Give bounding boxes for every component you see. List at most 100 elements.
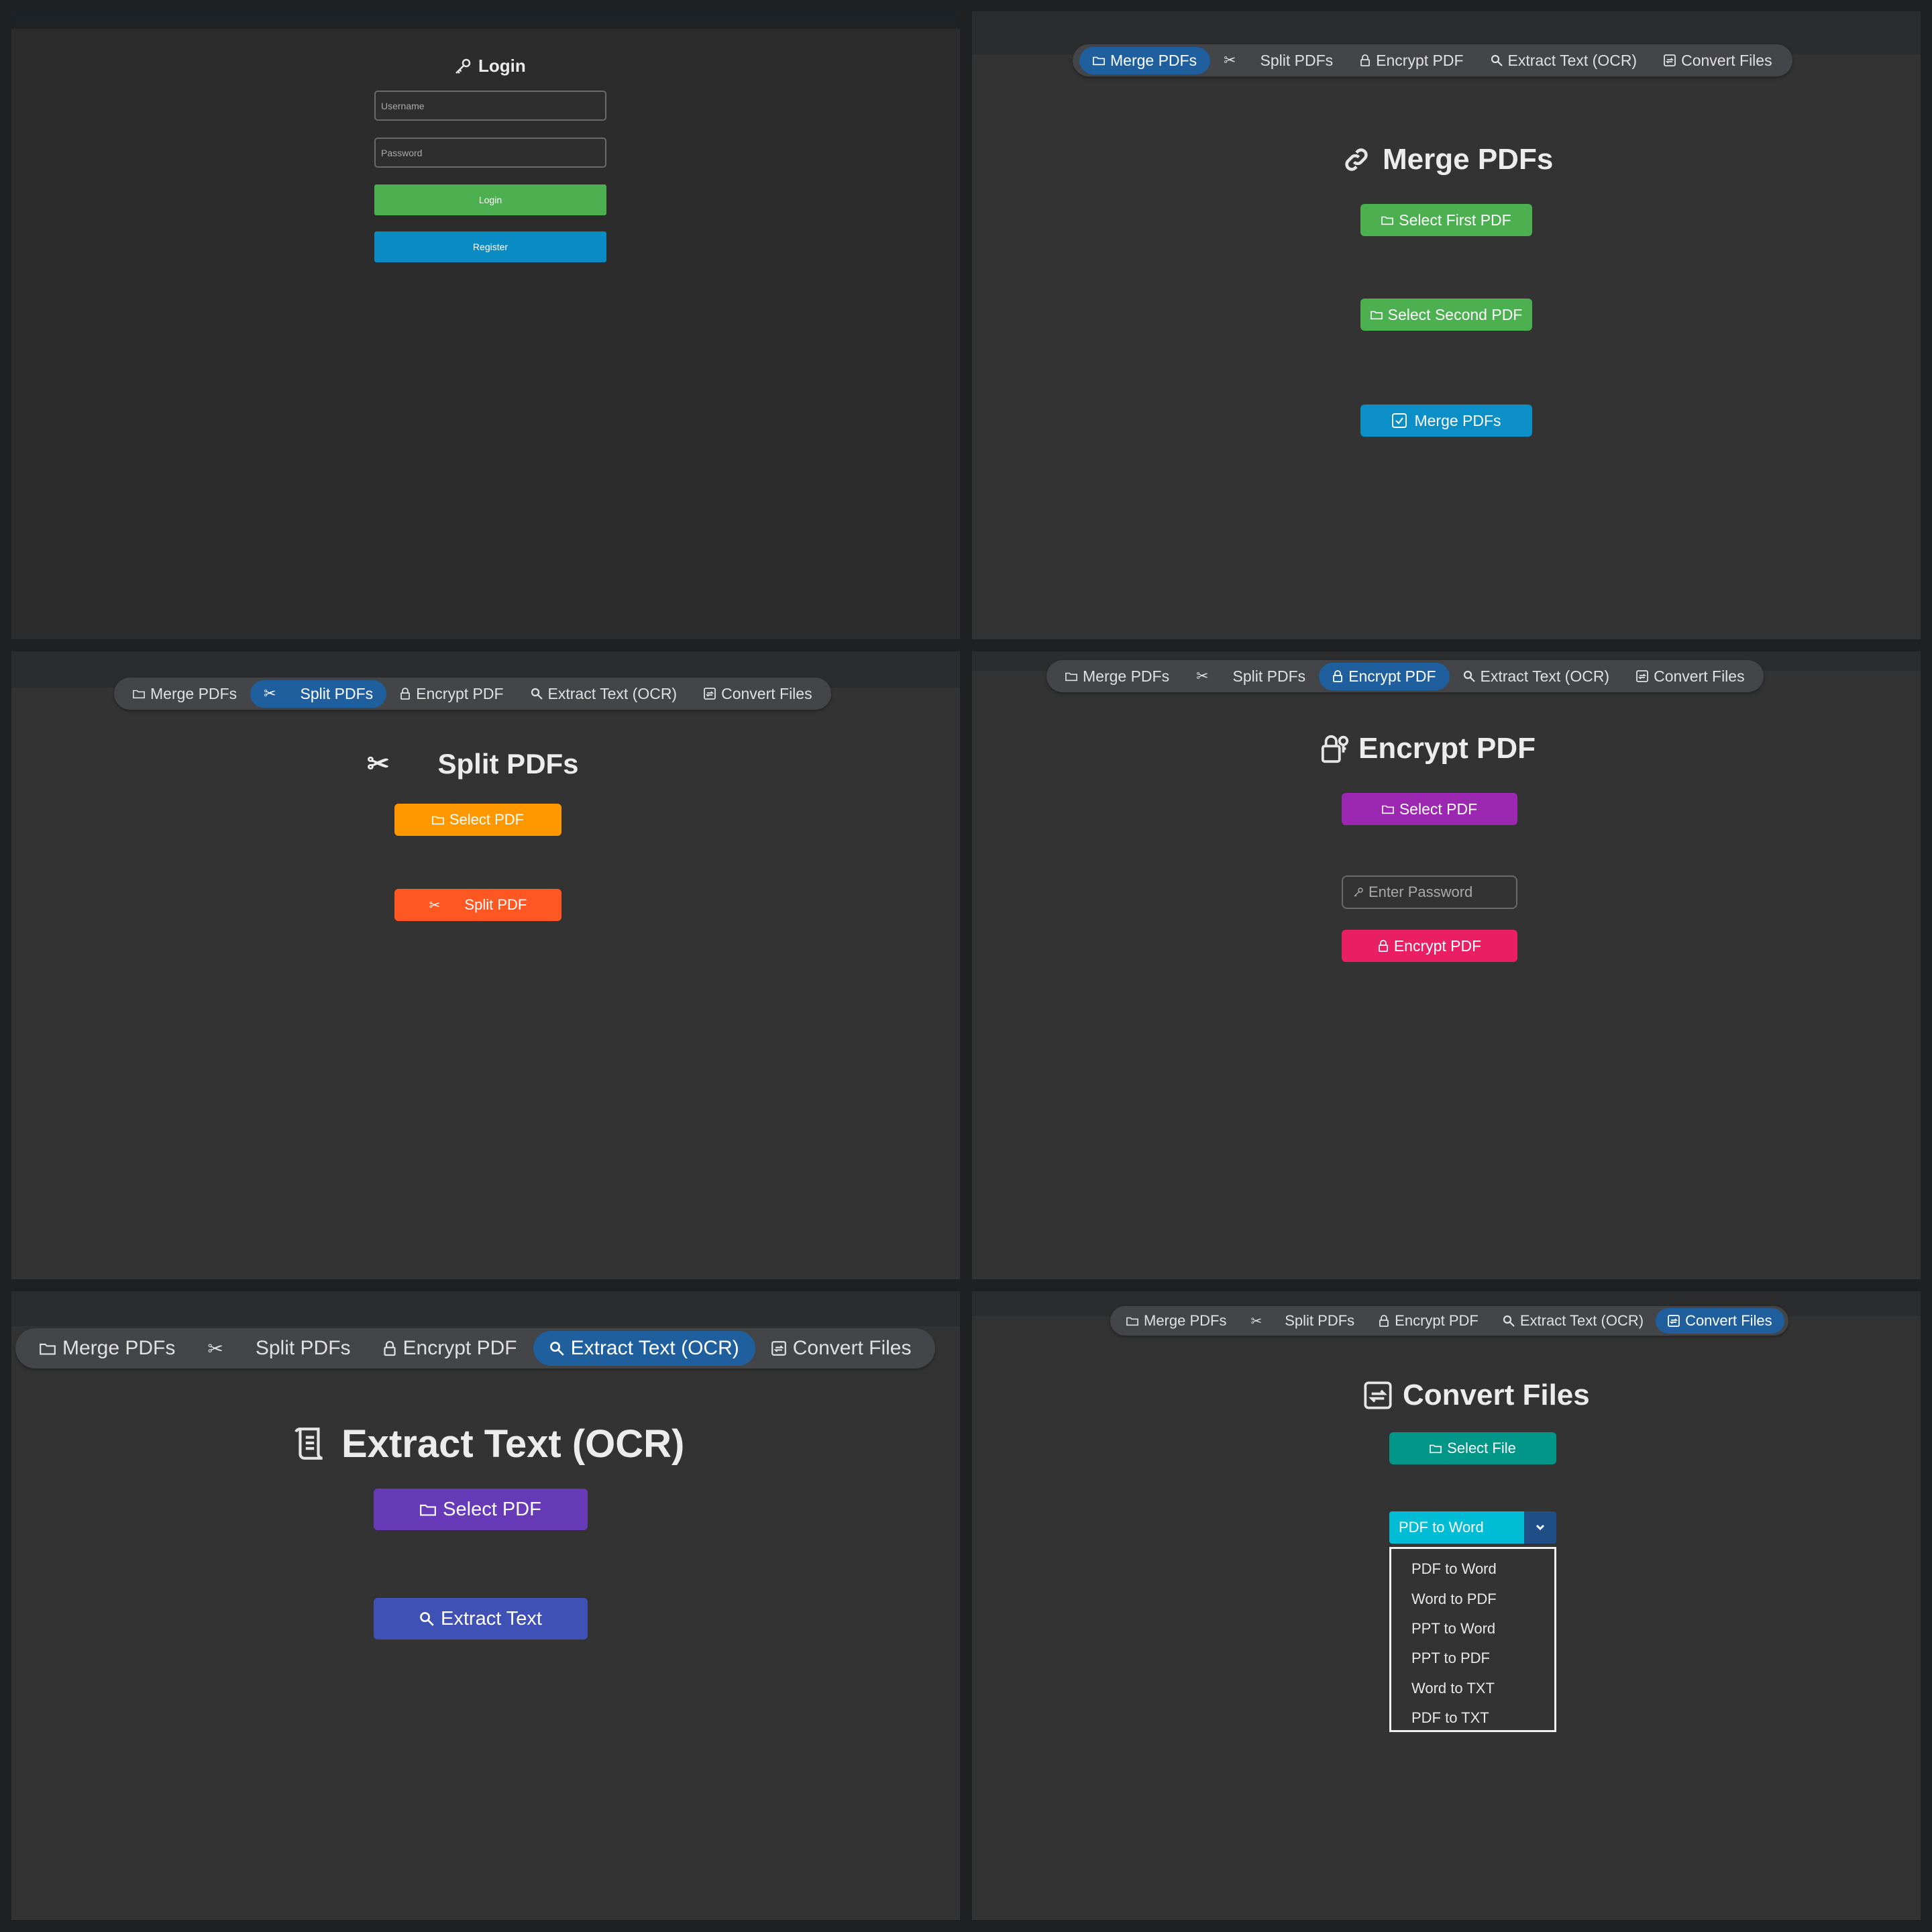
conversion-select-value: PDF to Word bbox=[1389, 1511, 1524, 1544]
folder-icon bbox=[420, 1503, 437, 1516]
encrypt-title-text: Encrypt PDF bbox=[1358, 732, 1536, 765]
lock-icon bbox=[400, 688, 411, 700]
tab-extract[interactable]: Extract Text (OCR) bbox=[517, 680, 691, 708]
nav-bar: Merge PDFs ✂ Split PDFs Encrypt PDF Extr… bbox=[114, 678, 831, 710]
scissors-icon: ✂ bbox=[1224, 52, 1236, 68]
login-title: Login bbox=[453, 56, 526, 76]
scissors-icon: ✂ bbox=[367, 749, 390, 779]
key-icon bbox=[453, 56, 473, 76]
tab-extract[interactable]: Extract Text (OCR) bbox=[533, 1331, 755, 1366]
magnifier-icon bbox=[1463, 670, 1475, 682]
top-strip bbox=[11, 1291, 960, 1326]
dropdown-option[interactable]: PPT to Word bbox=[1391, 1614, 1554, 1644]
lock-icon bbox=[1379, 1315, 1389, 1327]
tab-encrypt-label: Encrypt PDF bbox=[1395, 1312, 1479, 1329]
dropdown-option[interactable]: PDF to Word bbox=[1391, 1554, 1554, 1584]
split-pdf-button[interactable]: ✂ Split PDF bbox=[394, 889, 561, 921]
tab-convert[interactable]: Convert Files bbox=[1656, 1308, 1784, 1334]
folder-icon bbox=[1381, 215, 1394, 225]
select-file-button[interactable]: Select File bbox=[1389, 1432, 1556, 1464]
tab-merge[interactable]: Merge PDFs bbox=[23, 1331, 191, 1366]
select-first-pdf-label: Select First PDF bbox=[1399, 211, 1511, 229]
magnifier-icon bbox=[1503, 1315, 1515, 1327]
tab-extract[interactable]: Extract Text (OCR) bbox=[1491, 1308, 1656, 1334]
select-pdf-button[interactable]: Select PDF bbox=[374, 1489, 588, 1530]
folder-icon bbox=[1430, 1443, 1442, 1454]
merge-pdfs-button[interactable]: Merge PDFs bbox=[1360, 405, 1532, 437]
nav-bar: Merge PDFs ✂ Split PDFs Encrypt PDF Extr… bbox=[1110, 1306, 1788, 1336]
select-first-pdf-button[interactable]: Select First PDF bbox=[1360, 204, 1532, 236]
dropdown-option-label: Word to TXT bbox=[1411, 1679, 1495, 1697]
tab-merge[interactable]: Merge PDFs bbox=[1114, 1308, 1238, 1334]
tab-merge[interactable]: Merge PDFs bbox=[1079, 46, 1211, 74]
tab-extract[interactable]: Extract Text (OCR) bbox=[1477, 47, 1651, 74]
extract-text-label: Extract Text bbox=[441, 1607, 542, 1629]
extract-panel: Merge PDFs ✂ Split PDFs Encrypt PDF Extr… bbox=[11, 1291, 960, 1920]
tab-convert[interactable]: Convert Files bbox=[755, 1331, 928, 1366]
tab-split[interactable]: ✂ Split PDFs bbox=[1183, 663, 1319, 690]
select-pdf-label: Select PDF bbox=[449, 811, 525, 828]
tab-split-label: Split PDFs bbox=[1260, 51, 1334, 69]
tab-extract-label: Extract Text (OCR) bbox=[1480, 667, 1610, 685]
password-field[interactable]: Password bbox=[374, 138, 606, 168]
encrypt-pdf-button[interactable]: Encrypt PDF bbox=[1342, 930, 1517, 962]
select-pdf-button[interactable]: Select PDF bbox=[1342, 793, 1517, 825]
tab-encrypt-label: Encrypt PDF bbox=[1348, 667, 1436, 685]
link-icon bbox=[1342, 146, 1371, 174]
convert-title-text: Convert Files bbox=[1403, 1379, 1590, 1411]
tab-encrypt[interactable]: Encrypt PDF bbox=[1346, 47, 1477, 74]
register-button[interactable]: Register bbox=[374, 231, 606, 262]
select-file-label: Select File bbox=[1447, 1440, 1516, 1456]
tab-split[interactable]: ✂ Split PDFs bbox=[1210, 47, 1346, 74]
split-panel: Merge PDFs ✂ Split PDFs Encrypt PDF Extr… bbox=[11, 651, 960, 1279]
tab-convert[interactable]: Convert Files bbox=[690, 680, 825, 708]
nav-bar: Merge PDFs ✂ Split PDFs Encrypt PDF Extr… bbox=[15, 1328, 936, 1368]
tab-convert[interactable]: Convert Files bbox=[1623, 663, 1758, 690]
dropdown-option[interactable]: PPT to PDF bbox=[1391, 1644, 1554, 1673]
convert-icon bbox=[1636, 670, 1648, 682]
select-second-pdf-label: Select Second PDF bbox=[1387, 305, 1523, 323]
tab-encrypt[interactable]: Encrypt PDF bbox=[1366, 1308, 1491, 1334]
tab-split[interactable]: ✂ Split PDFs bbox=[1238, 1308, 1366, 1334]
tab-encrypt-label: Encrypt PDF bbox=[402, 1337, 517, 1359]
login-button-label: Login bbox=[478, 195, 502, 205]
scissors-icon: ✂ bbox=[1196, 667, 1209, 684]
tab-convert-label: Convert Files bbox=[1654, 667, 1745, 685]
magnifier-icon bbox=[549, 1341, 564, 1356]
tab-merge[interactable]: Merge PDFs bbox=[1052, 663, 1183, 690]
magnifier-icon bbox=[419, 1611, 434, 1626]
conversion-select[interactable]: PDF to Word bbox=[1389, 1511, 1556, 1544]
tab-merge-label: Merge PDFs bbox=[62, 1337, 176, 1359]
tab-convert[interactable]: Convert Files bbox=[1650, 47, 1785, 74]
split-title: ✂ Split PDFs bbox=[367, 748, 579, 780]
folder-icon bbox=[1370, 309, 1383, 320]
tab-merge-label: Merge PDFs bbox=[150, 684, 237, 702]
extract-text-button[interactable]: Extract Text bbox=[374, 1598, 588, 1640]
login-title-text: Login bbox=[478, 56, 526, 76]
tab-encrypt[interactable]: Encrypt PDF bbox=[1319, 662, 1450, 690]
encrypt-title: Encrypt PDF bbox=[1321, 732, 1536, 765]
tab-split[interactable]: ✂ Split PDFs bbox=[250, 680, 387, 708]
tab-extract[interactable]: Extract Text (OCR) bbox=[1450, 663, 1623, 690]
select-second-pdf-button[interactable]: Select Second PDF bbox=[1360, 299, 1532, 331]
tab-extract-label: Extract Text (OCR) bbox=[547, 684, 678, 702]
dropdown-option-label: PPT to PDF bbox=[1411, 1650, 1490, 1667]
dropdown-option[interactable]: PDF to TXT bbox=[1391, 1703, 1554, 1733]
tab-encrypt[interactable]: Encrypt PDF bbox=[367, 1331, 533, 1366]
chevron-down-icon bbox=[1535, 1523, 1546, 1532]
select-pdf-button[interactable]: Select PDF bbox=[394, 804, 561, 836]
tab-merge[interactable]: Merge PDFs bbox=[119, 680, 250, 708]
lock-icon bbox=[383, 1340, 396, 1356]
login-button[interactable]: Login bbox=[374, 184, 606, 215]
username-placeholder: Username bbox=[381, 100, 425, 111]
folder-icon bbox=[1381, 804, 1394, 814]
password-input[interactable]: Enter Password bbox=[1342, 875, 1517, 909]
tab-encrypt[interactable]: Encrypt PDF bbox=[386, 680, 517, 708]
dropdown-option[interactable]: Word to PDF bbox=[1391, 1584, 1554, 1613]
tab-split[interactable]: ✂ Split PDFs bbox=[191, 1331, 366, 1366]
tab-convert-label: Convert Files bbox=[792, 1337, 912, 1359]
username-field[interactable]: Username bbox=[374, 91, 606, 121]
merge-title: Merge PDFs bbox=[1342, 143, 1553, 176]
dropdown-option[interactable]: Word to TXT bbox=[1391, 1674, 1554, 1703]
conversion-select-arrow[interactable] bbox=[1524, 1511, 1556, 1544]
